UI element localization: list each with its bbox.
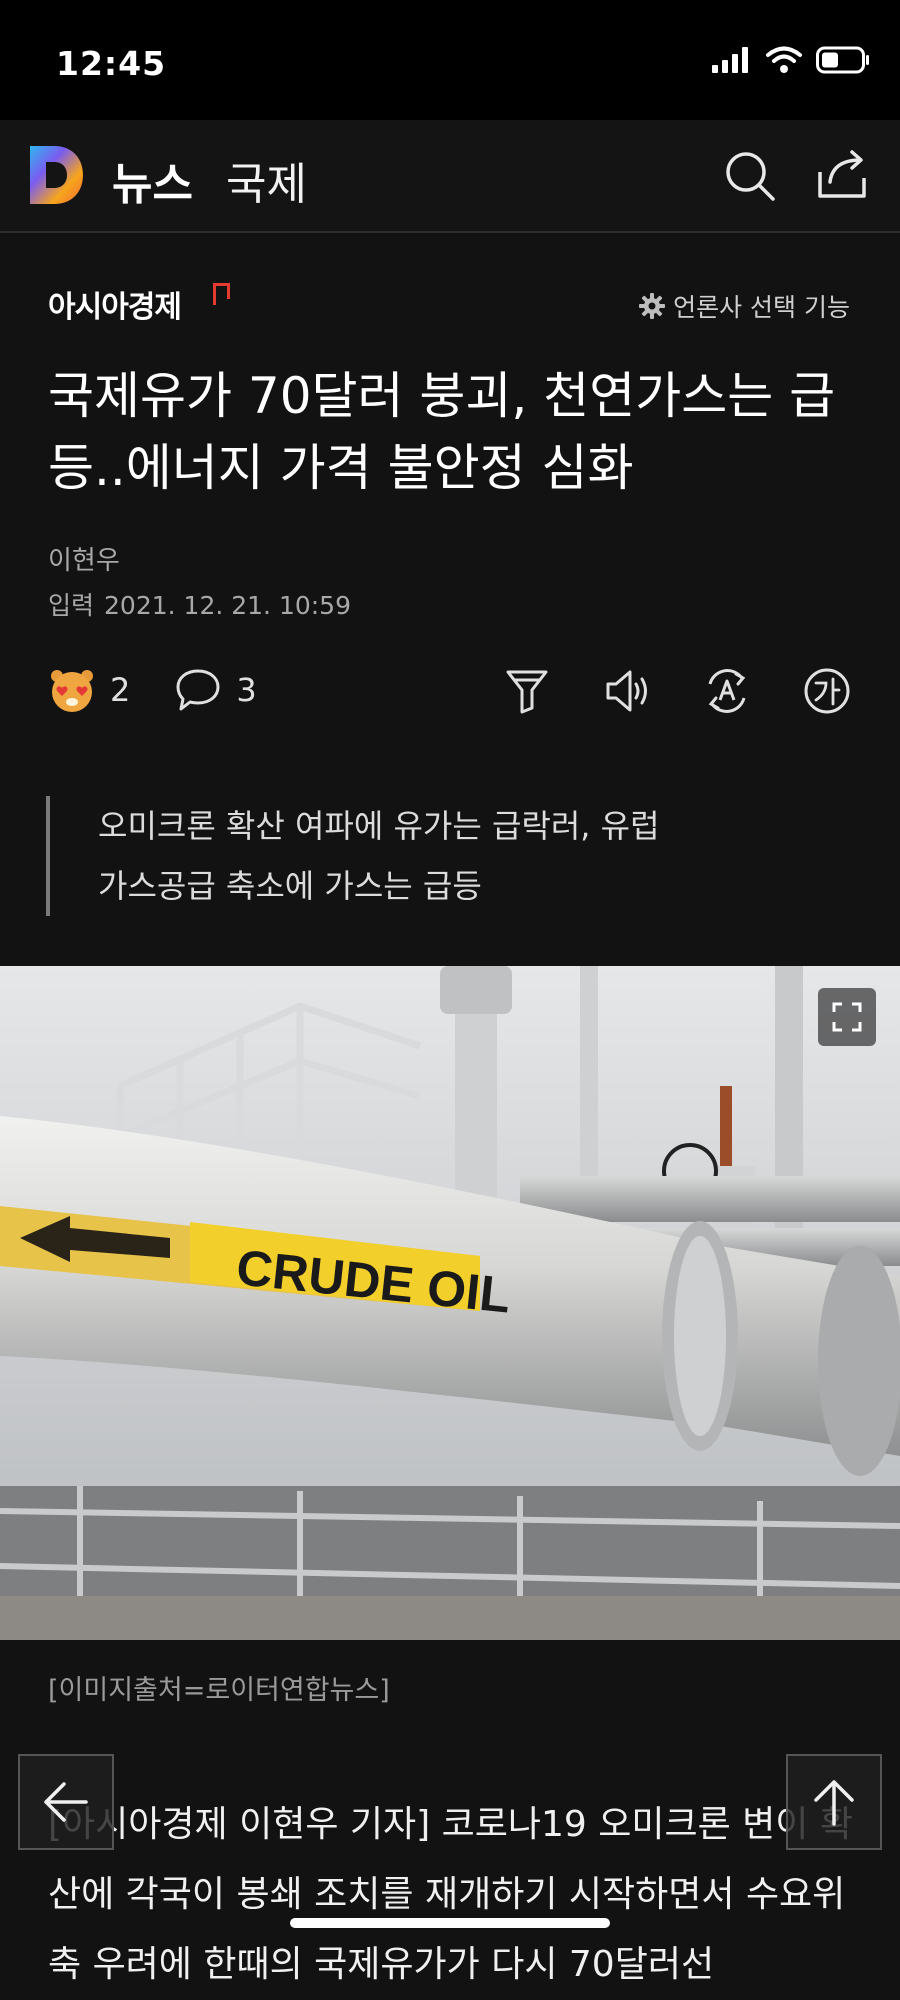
date-value: 2021. 12. 21. 10:59 xyxy=(104,591,351,620)
signal-icon xyxy=(712,47,748,73)
arrow-up-icon xyxy=(814,1780,854,1826)
wifi-icon xyxy=(766,46,802,73)
scroll-top-button[interactable] xyxy=(786,1754,882,1850)
date-label: 입력 xyxy=(48,591,95,620)
article-image[interactable]: CRUDE OIL xyxy=(0,966,900,1640)
press-select-button[interactable]: 언론사 선택 기능 xyxy=(639,288,850,324)
battery-icon xyxy=(816,46,869,74)
font-size-icon[interactable] xyxy=(802,666,852,716)
article-author[interactable]: 이현우 xyxy=(48,540,120,577)
publisher-name[interactable]: 아시아경제 xyxy=(48,282,182,326)
reaction-count: 2 xyxy=(110,671,131,709)
home-indicator[interactable] xyxy=(290,1918,610,1928)
back-button[interactable] xyxy=(18,1754,114,1850)
daum-logo[interactable] xyxy=(26,142,86,208)
crude-oil-pipeline-photo: CRUDE OIL xyxy=(0,966,900,1640)
publisher-flag-icon xyxy=(213,283,230,305)
search-icon[interactable] xyxy=(722,148,778,204)
app-bar: 뉴스 국제 xyxy=(0,120,900,233)
translate-icon[interactable] xyxy=(702,666,752,716)
comment-icon[interactable] xyxy=(174,667,222,713)
image-caption: [이미지출처=로이터연합뉴스] xyxy=(48,1675,390,1706)
summary-filter-icon[interactable] xyxy=(502,666,552,716)
expand-icon[interactable] xyxy=(818,988,876,1046)
article-headline: 국제유가 70달러 붕괴, 천연가스는 급등..에너지 가격 불안정 심화 xyxy=(48,367,836,497)
speaker-icon[interactable] xyxy=(602,666,652,716)
share-icon[interactable] xyxy=(814,146,870,202)
status-time: 12:45 xyxy=(56,44,167,83)
press-select-label: 언론사 선택 기능 xyxy=(673,293,850,322)
article-tools xyxy=(502,666,852,716)
article-body: [아시아경제 이현우 기자] 코로나19 오미크론 변이 확산에 각국이 봉쇄 … xyxy=(48,1804,853,1985)
nav-section[interactable]: 국제 xyxy=(226,148,307,212)
heart-eyes-emoji-icon[interactable] xyxy=(48,666,96,714)
reaction-bar: 2 3 xyxy=(48,666,301,714)
article-date: 입력 2021. 12. 21. 10:59 xyxy=(48,586,361,622)
arrow-left-icon xyxy=(44,1782,88,1822)
status-icons xyxy=(712,46,870,74)
article-summary: 오미크론 확산 여파에 유가는 급락러, 유럽 가스공급 축소에 가스는 급등 xyxy=(46,796,698,916)
nav-title[interactable]: 뉴스 xyxy=(112,148,193,212)
gear-icon xyxy=(639,293,666,319)
comment-count: 3 xyxy=(236,671,257,709)
status-bar: 12:45 xyxy=(0,0,900,120)
